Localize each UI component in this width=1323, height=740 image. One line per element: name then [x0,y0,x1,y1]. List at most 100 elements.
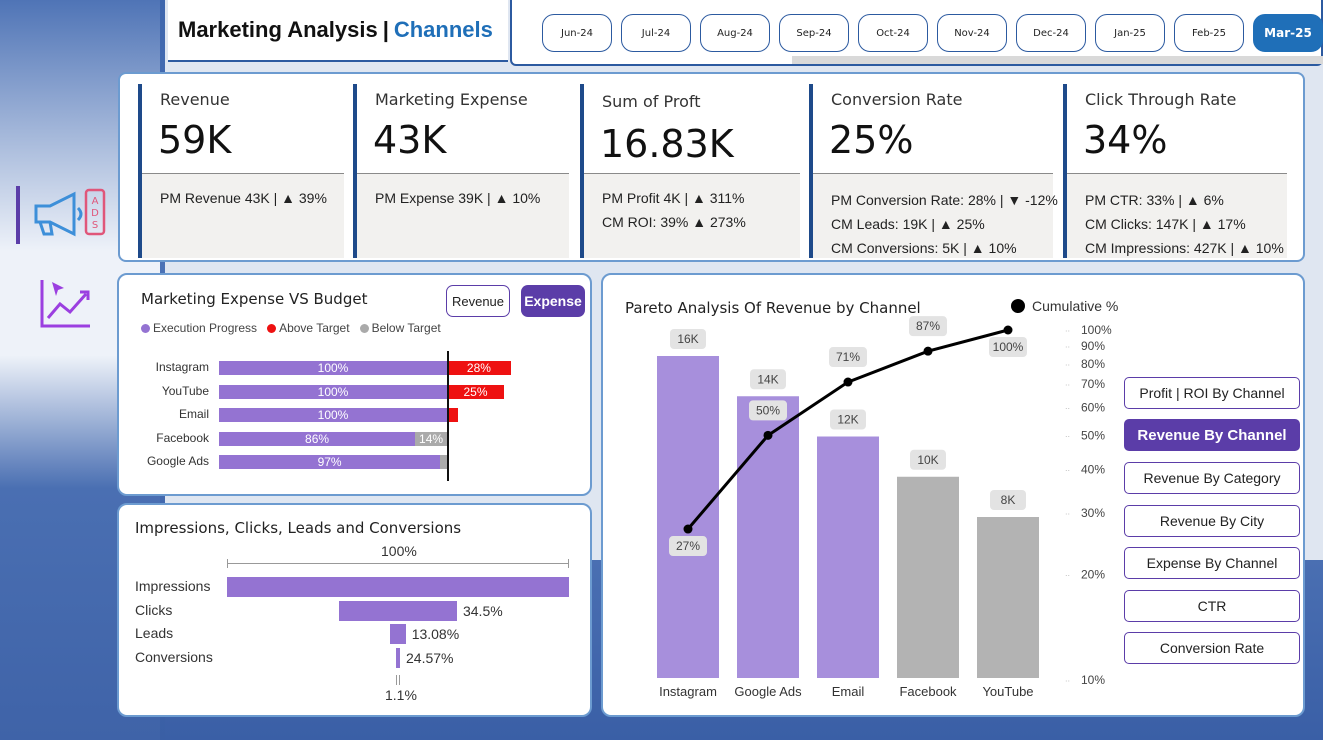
target-line [447,351,449,481]
y-axis-tick-mark: ·· [1065,432,1070,441]
kpi-value: 25% [829,118,914,162]
legend-item: Above Target [267,321,350,335]
nav-button-conversion-rate[interactable]: Conversion Rate [1124,632,1300,664]
bar [897,476,959,678]
kpi-detail: PM Profit 4K | ▲ 311% [602,190,745,206]
expense-toggle-button[interactable]: Expense [521,285,585,317]
kpi-value: 43K [373,118,447,162]
funnel-stage-label: Leads [135,625,174,641]
funnel-bar [396,647,400,668]
nav-button-revenue-by-category[interactable]: Revenue By Category [1124,462,1300,494]
panel-title: Impressions, Clicks, Leads and Conversio… [135,519,462,537]
month-button-mar-25[interactable]: Mar-25 [1253,14,1323,52]
cumulative-label: 50% [756,403,780,417]
kpi-label: Sum of Proft [602,92,701,111]
kpi-detail: CM Conversions: 5K | ▲ 10% [831,240,1017,256]
chart-legend: Execution Progress Above Target Below Ta… [141,321,441,335]
month-button-feb-25[interactable]: Feb-25 [1174,14,1244,52]
page-title: Marketing Analysis [178,17,378,42]
kpi-detail: PM CTR: 33% | ▲ 6% [1085,192,1224,208]
funnel-top-label: 100% [381,543,417,559]
month-button-sep-24[interactable]: Sep-24 [779,14,849,52]
cumulative-label: 87% [916,319,940,333]
channel-label: Facebook [156,430,209,445]
y-axis-tick-mark: ·· [1065,405,1070,414]
channel-label: Google Ads [146,454,209,468]
nav-button-profit-roi-by-channel[interactable]: Profit | ROI By Channel [1124,377,1300,409]
svg-text:D: D [91,208,99,219]
legend-dot [267,324,277,333]
nav-button-revenue-by-city[interactable]: Revenue By City [1124,505,1300,537]
bar [817,436,879,678]
below-target-bar [440,455,447,469]
legend-dot [359,324,369,333]
month-slicer: Jun-24 Jul-24 Aug-24 Sep-24 Oct-24 Nov-24 Dec-… [510,0,1323,66]
y-axis-tick-mark: ·· [1065,381,1070,390]
kpi-detail: CM Leads: 19K | ▲ 25% [831,216,985,232]
progress-bar: 100% [219,384,447,399]
data-label: 16K [677,332,698,346]
nav-button-revenue-by-channel[interactable]: Revenue By Channel [1124,419,1300,451]
cumulative-point [1003,325,1013,335]
y-axis-tick-label: 60% [1081,401,1105,415]
revenue-toggle-button[interactable]: Revenue [446,285,510,317]
progress-bar: 86% [219,431,416,446]
funnel-value-label: 34.5% [462,602,503,619]
kpi-label: Revenue [160,90,230,109]
above-target-bar: 25% [447,384,504,399]
channel-label: YouTube [161,383,209,398]
month-slicer-scrollbar[interactable] [792,56,1323,64]
x-axis-tick-label: Google Ads [734,684,802,699]
svg-text:A: A [92,196,99,207]
cumulative-label: 27% [676,539,700,553]
legend-dot [141,324,150,333]
kpi-card-header: Marketing Expense 43K [357,84,569,174]
month-button-jan-25[interactable]: Jan-25 [1095,14,1165,52]
funnel-bar [339,600,457,621]
kpi-card-marketing-expense: Marketing Expense 43K PM Expense 39K | ▲… [353,84,569,258]
progress-bar: 97% [219,455,441,469]
y-axis-tick-label: 30% [1081,506,1105,520]
funnel-stage-label: Impressions [135,578,211,594]
y-axis-tick-label: 80% [1081,357,1105,371]
y-axis-tick-mark: ·· [1065,343,1070,352]
month-button-nov-24[interactable]: Nov-24 [937,14,1007,52]
bar [657,356,719,678]
progress-bar: 100% [219,408,447,422]
bar [977,517,1039,678]
month-button-jun-24[interactable]: Jun-24 [542,14,612,52]
kpi-card-profit: Sum of Proft 16.83K PM Profit 4K | ▲ 311… [580,84,800,258]
funnel-stage-label: Clicks [135,601,173,618]
legend-item: Below Target [359,321,441,335]
kpi-card-header: Conversion Rate 25% [813,84,1053,174]
month-button-aug-24[interactable]: Aug-24 [700,14,770,52]
y-axis-tick-mark: ·· [1065,327,1070,336]
nav-button-expense-by-channel[interactable]: Expense By Channel [1124,547,1300,579]
x-axis-tick-label: Instagram [659,684,717,699]
month-button-dec-24[interactable]: Dec-24 [1016,14,1086,52]
x-axis-tick-label: Facebook [899,684,957,699]
page-subtitle: Channels [393,17,493,42]
funnel-panel: Impressions, Clicks, Leads and Conversio… [117,503,592,717]
funnel-top-rule [227,563,569,564]
kpi-detail: PM Revenue 43K | ▲ 39% [160,190,327,206]
kpi-card-header: Click Through Rate 34% [1067,84,1287,174]
y-axis-tick-label: 90% [1081,339,1105,353]
analytics-chart-icon[interactable] [38,276,94,330]
cumulative-point [763,430,773,440]
svg-text:S: S [92,220,98,231]
funnel-bar [390,624,406,644]
data-label: 12K [837,413,858,427]
data-label: 8K [1001,493,1016,507]
nav-button-ctr[interactable]: CTR [1124,590,1300,622]
y-axis-tick-label: 40% [1081,462,1105,476]
month-button-jul-24[interactable]: Jul-24 [621,14,691,52]
kpi-detail: CM ROI: 39% ▲ 273% [602,214,746,230]
sidebar-active-indicator [16,186,20,244]
kpi-value: 34% [1083,118,1168,162]
x-axis-tick-label: YouTube [982,684,1033,699]
kpi-card-click-through-rate: Click Through Rate 34% PM CTR: 33% | ▲ 6… [1063,84,1287,258]
megaphone-ads-icon[interactable]: A D S [28,186,108,242]
kpi-label: Click Through Rate [1085,90,1237,109]
month-button-oct-24[interactable]: Oct-24 [858,14,928,52]
